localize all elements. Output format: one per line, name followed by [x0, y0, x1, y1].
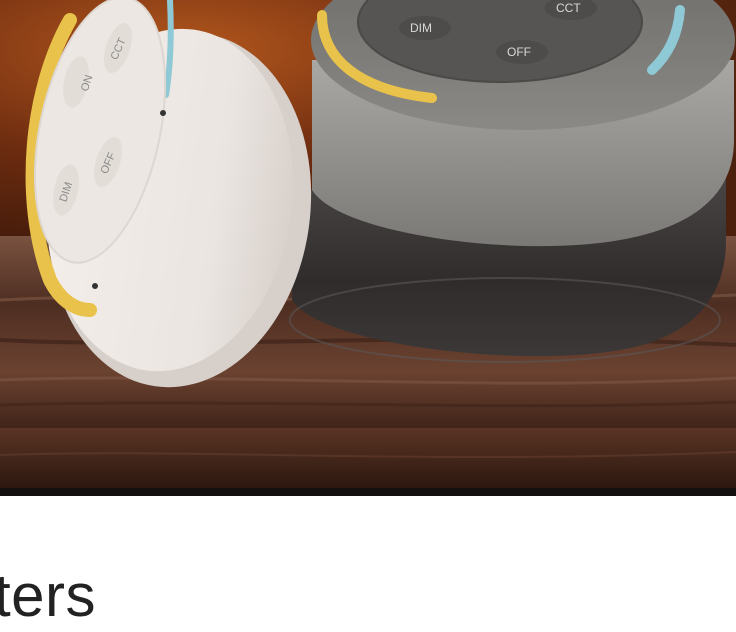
grey-dim-button: DIM — [399, 16, 451, 40]
grey-off-button: OFF — [496, 40, 548, 64]
product-photo: DIM CCT OFF ON CCT DIM OFF — [0, 0, 736, 496]
grey-remote: DIM CCT OFF — [289, 0, 735, 363]
svg-text:OFF: OFF — [507, 45, 531, 59]
svg-text:CCT: CCT — [556, 1, 581, 15]
svg-text:DIM: DIM — [410, 21, 432, 35]
caption-text: ters — [0, 562, 97, 629]
